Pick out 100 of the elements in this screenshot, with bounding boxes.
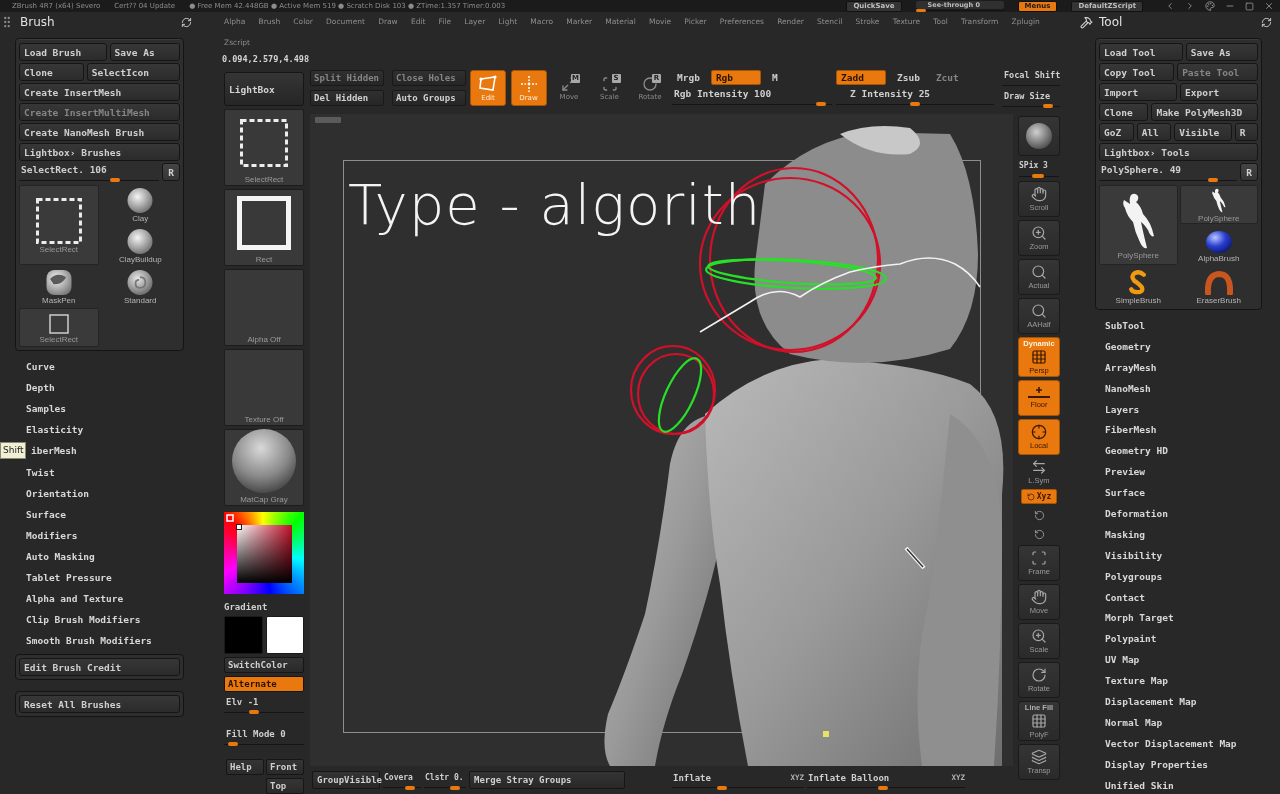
palette-section[interactable]: Depth	[26, 381, 55, 395]
palette-section[interactable]: Alpha and Texture	[26, 592, 124, 606]
palette-section[interactable]: Elasticity	[26, 423, 84, 437]
slider-thumb[interactable]	[915, 8, 926, 12]
palette-section[interactable]: Displacement Map	[1105, 694, 1197, 708]
refresh-icon[interactable]	[181, 16, 192, 28]
channel-toggle[interactable]: M	[766, 70, 783, 85]
slider-thumb[interactable]	[248, 710, 259, 714]
palette-button[interactable]: Create NanoMesh Brush	[19, 123, 180, 141]
palette-section[interactable]: ArrayMesh	[1105, 360, 1157, 374]
palette-button[interactable]: Clone	[19, 63, 84, 81]
palette-section[interactable]: Preview	[1105, 465, 1146, 479]
palette-section[interactable]: Smooth Brush Modifiers	[26, 634, 152, 648]
palette-section[interactable]: Clip Brush Modifiers	[26, 613, 141, 627]
bottom-button[interactable]: Merge Stray Groups	[469, 771, 625, 789]
palette-section[interactable]: Masking	[1105, 527, 1146, 541]
palette-section[interactable]: Surface	[1105, 486, 1146, 500]
palette-button[interactable]: Import	[1099, 83, 1177, 101]
close-icon[interactable]	[1264, 1, 1274, 11]
brush-thumbnail[interactable]: Standard	[100, 267, 180, 306]
reset-button[interactable]: R	[162, 163, 180, 181]
palette-section[interactable]: Deformation	[1105, 506, 1168, 520]
brush-thumbnail[interactable]: ClayBuildup	[100, 226, 180, 265]
palette-button[interactable]: Load Brush	[19, 43, 107, 61]
chevron-right-icon[interactable]	[1185, 1, 1195, 11]
palette-section[interactable]: Texture Map	[1105, 674, 1168, 688]
maximize-icon[interactable]	[1245, 1, 1254, 11]
slider-thumb[interactable]	[717, 785, 728, 790]
palette-button[interactable]: Copy Tool	[1099, 63, 1175, 81]
slider-thumb[interactable]	[910, 102, 920, 106]
palette-section[interactable]: Normal Map	[1105, 715, 1163, 729]
palette-button[interactable]: Clone	[1099, 103, 1149, 121]
palette-button[interactable]: All	[1136, 123, 1172, 141]
palette-button[interactable]: Save As	[1185, 43, 1258, 61]
palette-button[interactable]: Save As	[109, 43, 180, 61]
palette-button[interactable]: Visible	[1174, 123, 1232, 141]
palette-button[interactable]: Load Tool	[1099, 43, 1183, 61]
render-button[interactable]	[1018, 116, 1060, 156]
switch-color-button[interactable]: SwitchColor	[224, 657, 304, 673]
shelf-button[interactable]: Top	[266, 778, 304, 794]
slider-thumb[interactable]	[878, 785, 889, 790]
brush-thumbnail[interactable]: PolySphere	[1099, 185, 1178, 265]
palette-button[interactable]: Lightbox› Brushes	[19, 143, 180, 161]
brush-thumbnail[interactable]: EraserBrush	[1179, 267, 1258, 306]
palette-section[interactable]: Polygroups	[1105, 569, 1163, 583]
palette-section[interactable]: Geometry	[1105, 339, 1151, 353]
palette-section[interactable]: Contact	[1105, 590, 1146, 604]
palette-section[interactable]: Surface	[26, 507, 67, 521]
palette-section[interactable]: SubTool	[1105, 318, 1146, 332]
shelf-thumbnail[interactable]: SelectRect	[224, 109, 304, 186]
palette-section[interactable]: iberMesh	[31, 444, 77, 458]
palette-section[interactable]: Morph Target	[1105, 611, 1174, 625]
depth-toggle[interactable]: Zadd	[836, 70, 886, 85]
palette-button[interactable]: Export	[1180, 83, 1258, 101]
slider-thumb[interactable]	[1207, 178, 1218, 182]
lightbox-button[interactable]: LightBox	[224, 72, 304, 106]
shelf-thumbnail[interactable]: Alpha Off	[224, 269, 304, 346]
palette-button[interactable]: Reset All Brushes	[19, 695, 180, 714]
mesh-button[interactable]: Auto Groups	[392, 90, 466, 106]
slider-thumb[interactable]	[449, 785, 460, 790]
palette-section[interactable]: Visibility	[1105, 548, 1163, 562]
slider-thumb[interactable]	[1042, 104, 1053, 108]
shelf-thumbnail[interactable]: Texture Off	[224, 349, 304, 426]
mesh-button[interactable]: Del Hidden	[310, 90, 384, 106]
shelf-button[interactable]: Front	[266, 759, 304, 775]
slider-thumb[interactable]	[816, 102, 826, 106]
palette-button[interactable]: R	[1234, 123, 1258, 141]
channel-toggle[interactable]: Mrgb	[672, 70, 705, 85]
palette-button[interactable]: Lightbox› Tools	[1099, 143, 1258, 161]
palette-section[interactable]: Polypaint	[1105, 632, 1157, 646]
palette-section[interactable]: NanoMesh	[1105, 381, 1151, 395]
shelf-button[interactable]: Help	[226, 759, 264, 775]
shelf-thumbnail[interactable]: Rect	[224, 189, 304, 266]
palette-section[interactable]: Twist	[26, 465, 55, 479]
shelf-thumbnail[interactable]: MatCap Gray	[224, 429, 304, 506]
slider-thumb[interactable]	[110, 178, 120, 182]
palette-section[interactable]: Orientation	[26, 486, 89, 500]
palette-section[interactable]: Vector Displacement Map	[1105, 736, 1237, 750]
palette-button[interactable]: GoZ	[1099, 123, 1134, 141]
color-picker[interactable]	[224, 512, 304, 594]
slider-thumb[interactable]	[1031, 174, 1044, 178]
palette-button[interactable]: Make PolyMesh3D	[1151, 103, 1258, 121]
palette-section[interactable]: Tablet Pressure	[26, 571, 112, 584]
palette-button[interactable]: Create InsertMesh	[19, 83, 180, 101]
palette-section[interactable]: Geometry HD	[1105, 444, 1168, 458]
alternate-button[interactable]: Alternate	[224, 676, 304, 692]
palette-icon[interactable]	[1205, 1, 1215, 11]
palette-section[interactable]: UV Map	[1105, 653, 1140, 667]
palette-section[interactable]: Auto Masking	[26, 549, 95, 563]
canvas-scroll-handle[interactable]	[315, 117, 341, 123]
bottom-button[interactable]: GroupVisible	[312, 771, 380, 789]
channel-toggle[interactable]: Rgb	[710, 70, 761, 85]
palette-section[interactable]: FiberMesh	[1105, 423, 1157, 437]
brush-thumbnail[interactable]: SelectRect	[19, 185, 99, 265]
palette-section[interactable]: Layers	[1105, 402, 1140, 416]
brush-thumbnail[interactable]: SelectRect	[19, 308, 99, 347]
palette-section[interactable]: Samples	[26, 402, 67, 416]
brush-thumbnail[interactable]: AlphaBrush	[1179, 226, 1258, 265]
reset-button[interactable]: R	[1240, 163, 1258, 181]
palette-section[interactable]: Curve	[26, 360, 55, 374]
